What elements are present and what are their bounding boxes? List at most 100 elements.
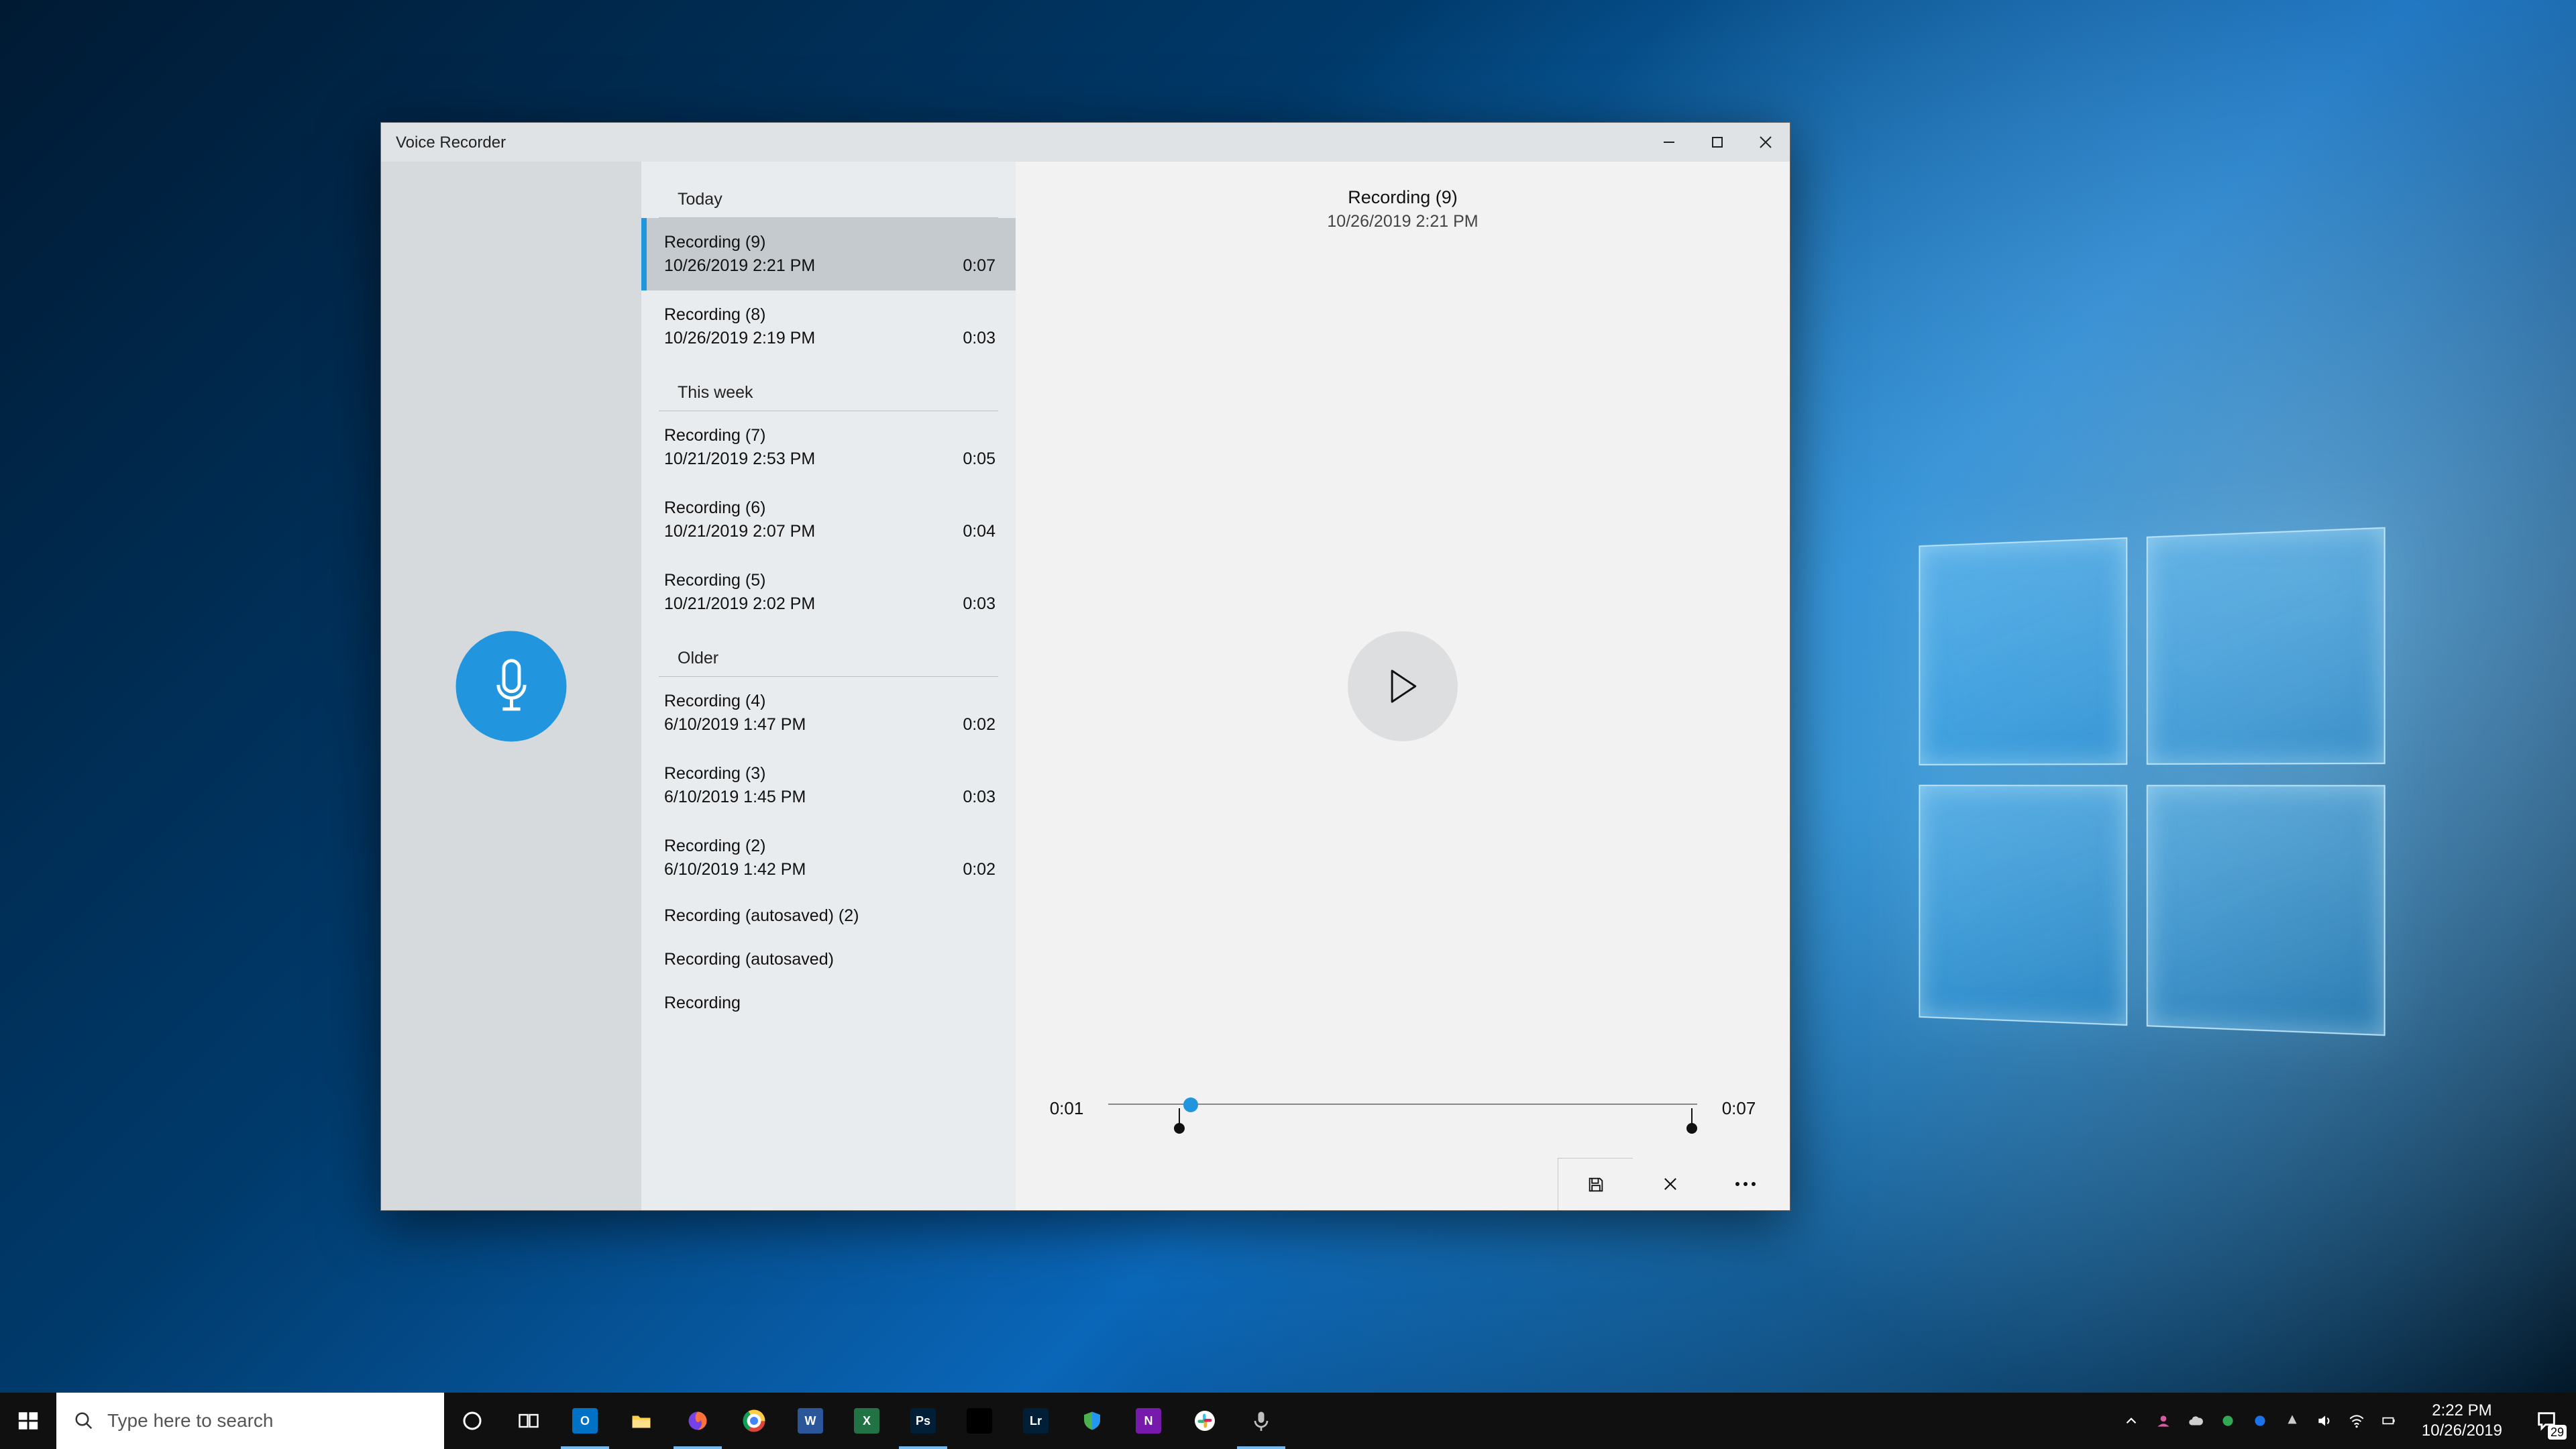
recording-duration: 0:07 (963, 256, 996, 276)
recording-duration: 0:05 (963, 449, 996, 469)
tray-app-3[interactable] (2277, 1393, 2308, 1449)
tray-overflow[interactable] (2116, 1393, 2147, 1449)
lightroom-icon: Lr (1023, 1408, 1049, 1434)
recording-date: 6/10/2019 1:45 PM (664, 788, 806, 807)
recording-name: Recording (9) (664, 233, 765, 252)
ellipsis-icon (1735, 1182, 1739, 1186)
taskbar-app-defender[interactable] (1064, 1393, 1120, 1449)
group-header: Today (659, 162, 998, 218)
shield-icon (1080, 1409, 1104, 1433)
taskbar-app-lightroom[interactable]: Lr (1008, 1393, 1064, 1449)
tray-onedrive[interactable] (2180, 1393, 2211, 1449)
slack-icon (1193, 1409, 1217, 1433)
recording-name: Recording (autosaved) (2) (664, 906, 859, 926)
taskbar-app-sonos[interactable] (951, 1393, 1008, 1449)
recording-name: Recording (3) (664, 764, 765, 784)
recording-duration: 0:03 (963, 788, 996, 807)
taskbar-app-slack[interactable] (1177, 1393, 1233, 1449)
playhead[interactable] (1183, 1097, 1198, 1112)
taskbar-clock[interactable]: 2:22 PM 10/26/2019 (2407, 1393, 2517, 1449)
taskbar-app-file-explorer[interactable] (613, 1393, 669, 1449)
cancel-trim-button[interactable] (1633, 1158, 1708, 1210)
wifi-icon (2348, 1412, 2365, 1430)
recording-item[interactable]: Recording (autosaved) (641, 938, 1016, 981)
photoshop-icon: Ps (910, 1408, 936, 1434)
recording-item[interactable]: Recording (8)10/26/2019 2:19 PM0:03 (641, 290, 1016, 363)
record-panel (381, 162, 641, 1210)
titlebar[interactable]: Voice Recorder (381, 123, 1790, 162)
taskbar-app-excel[interactable]: X (839, 1393, 895, 1449)
recording-item[interactable]: Recording (6)10/21/2019 2:07 PM0:04 (641, 484, 1016, 556)
recording-name: Recording (5) (664, 571, 765, 590)
microphone-icon (491, 659, 531, 714)
cortana-icon (460, 1409, 484, 1433)
recording-date: 10/26/2019 2:19 PM (664, 329, 815, 348)
search-icon (74, 1411, 94, 1431)
action-center-button[interactable]: 29 (2517, 1393, 2576, 1449)
taskbar-app-photoshop[interactable]: Ps (895, 1393, 951, 1449)
taskbar-app-outlook[interactable]: O (557, 1393, 613, 1449)
maximize-button[interactable] (1693, 123, 1741, 162)
clock-time: 2:22 PM (2432, 1401, 2491, 1421)
recording-item[interactable]: Recording (641, 981, 1016, 1025)
recording-name: Recording (664, 994, 741, 1013)
tray-app-1[interactable] (2212, 1393, 2243, 1449)
save-trim-button[interactable] (1558, 1158, 1633, 1210)
time-total: 0:07 (1719, 1098, 1759, 1119)
more-button[interactable] (1708, 1158, 1783, 1210)
play-button[interactable] (1348, 631, 1458, 741)
taskbar-app-task-view[interactable] (500, 1393, 557, 1449)
word-icon: W (798, 1408, 823, 1434)
recording-item[interactable]: Recording (autosaved) (2) (641, 894, 1016, 938)
save-icon (1587, 1175, 1605, 1194)
trim-marker-start[interactable] (1179, 1108, 1180, 1127)
recording-item[interactable]: Recording (3) 6/10/2019 1:45 PM 0:03 (641, 749, 1016, 822)
tray-app-2[interactable] (2245, 1393, 2275, 1449)
search-box[interactable]: Type here to search (56, 1393, 444, 1449)
taskbar-apps: O WX Ps Lr N (444, 1393, 1289, 1449)
notification-count: 29 (2548, 1425, 2567, 1440)
timeline-track[interactable] (1108, 1088, 1697, 1128)
recording-item[interactable]: Recording (7)10/21/2019 2:53 PM0:05 (641, 411, 1016, 484)
recording-date: 6/10/2019 1:47 PM (664, 715, 806, 735)
people-icon (2155, 1412, 2172, 1430)
detail-toolbar (1558, 1158, 1790, 1210)
recording-item[interactable]: Recording (4)6/10/2019 1:47 PM0:02 (641, 677, 1016, 749)
window-title: Voice Recorder (381, 123, 506, 162)
taskbar-app-word[interactable]: W (782, 1393, 839, 1449)
start-button[interactable] (0, 1393, 56, 1449)
recording-duration: 0:02 (963, 860, 996, 879)
recording-date: 10/26/2019 2:21 PM (664, 256, 815, 276)
windows-logo-art (1919, 527, 2385, 1036)
firefox-icon (686, 1409, 710, 1433)
minimize-button[interactable] (1645, 123, 1693, 162)
task-view-icon (517, 1409, 541, 1433)
taskbar-app-firefox[interactable] (669, 1393, 726, 1449)
tray-people[interactable] (2148, 1393, 2179, 1449)
taskbar-app-voice-recorder[interactable] (1233, 1393, 1289, 1449)
record-button[interactable] (456, 631, 567, 741)
chevron-up-icon (2123, 1412, 2140, 1430)
volume-icon (2316, 1412, 2333, 1430)
taskbar-app-chrome[interactable] (726, 1393, 782, 1449)
microphone-icon (1249, 1409, 1273, 1433)
recording-item[interactable]: Recording (9) 10/26/2019 2:21 PM 0:07 (641, 218, 1016, 290)
recording-item[interactable]: Recording (5)10/21/2019 2:02 PM0:03 (641, 556, 1016, 629)
tray-network[interactable] (2341, 1393, 2372, 1449)
trim-marker-end[interactable] (1691, 1108, 1693, 1127)
recording-duration: 0:04 (963, 522, 996, 541)
recording-item[interactable]: Recording (2)6/10/2019 1:42 PM0:02 (641, 822, 1016, 894)
chrome-icon (742, 1409, 766, 1433)
tray-volume[interactable] (2309, 1393, 2340, 1449)
taskbar-app-cortana[interactable] (444, 1393, 500, 1449)
recording-date: 10/21/2019 2:53 PM (664, 449, 815, 469)
taskbar-app-onenote[interactable]: N (1120, 1393, 1177, 1449)
search-placeholder: Type here to search (107, 1410, 273, 1432)
recordings-list[interactable]: Today Recording (9) 10/26/2019 2:21 PM 0:07… (641, 162, 1016, 1210)
recording-date: 10/21/2019 2:02 PM (664, 594, 815, 614)
recording-name: Recording (autosaved) (664, 950, 834, 969)
detail-title: Recording (9) (1327, 187, 1478, 208)
group-header: Older (659, 629, 998, 677)
close-button[interactable] (1741, 123, 1790, 162)
tray-battery[interactable] (2373, 1393, 2404, 1449)
